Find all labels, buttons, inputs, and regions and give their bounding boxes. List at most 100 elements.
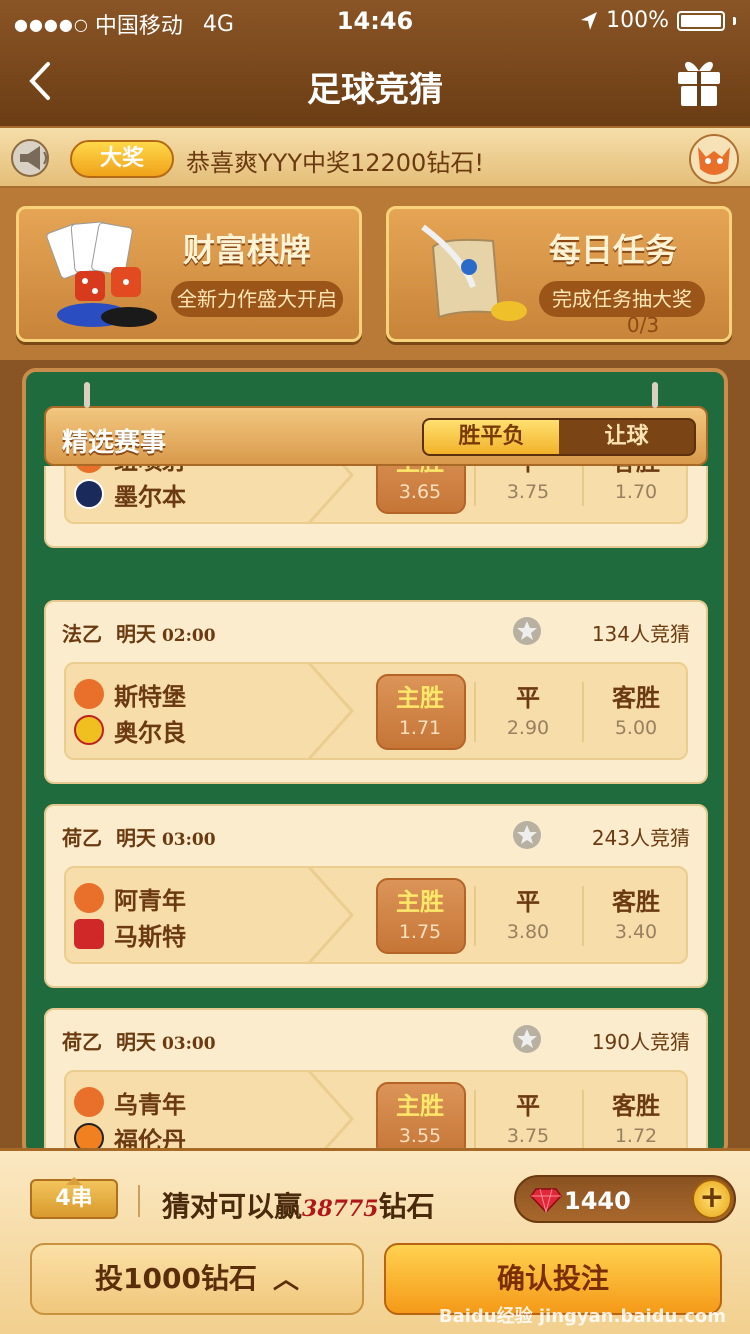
divider: [138, 1185, 140, 1217]
hanging-pin: [84, 382, 90, 408]
odds-draw[interactable]: 平 3.75: [474, 1072, 582, 1154]
announcement-text: 恭喜爽YYY中奖12200钻石!: [186, 149, 484, 177]
chevron-divider: [306, 662, 355, 760]
bet-amount-label: 投1000钻石: [95, 1262, 257, 1295]
guess-count: 243人竞猜: [591, 826, 690, 850]
odds-group: 主胜 3.55 平 3.75 客胜 1.72: [366, 1072, 690, 1154]
playing-cards-dice-icon: [46, 221, 157, 327]
hanging-pin: [652, 382, 658, 408]
match-row: 阿青年 马斯特 主胜 1.75 平 3.80 客胜 3.40: [64, 866, 688, 964]
odds-value: 3.40: [614, 921, 658, 943]
match-header: 法乙 明天 02:00: [62, 618, 216, 647]
jackpot-badge: 大奖: [70, 140, 174, 178]
battery-cap: [733, 16, 736, 25]
odds-label: 客胜: [612, 1092, 660, 1120]
guess-count: 190人竞猜: [591, 1030, 690, 1054]
odds-value: 2.90: [506, 717, 550, 739]
match-row: 纽喷射 墨尔本 主胜 3.65 平: [64, 466, 688, 524]
odds-away-win[interactable]: 客胜 3.40: [582, 868, 690, 964]
announcement-bar: 大奖 恭喜爽YYY中奖12200钻石!: [0, 126, 750, 188]
chevron-up-icon: ︿: [272, 1265, 299, 1295]
odds-label: 客胜: [612, 888, 660, 916]
card-title: 每日任务: [549, 231, 678, 269]
gift-icon[interactable]: [676, 54, 722, 108]
mascot-logo-icon: [74, 1087, 104, 1117]
odds-draw[interactable]: 平 2.90: [474, 664, 582, 760]
match-row: 斯特堡 奥尔良 主胜 1.71 平 2.90 客胜 5.00: [64, 662, 688, 760]
potential-win: 猜对可以赢38775钻石: [162, 1185, 435, 1225]
card-subtitle: 全新力作盛大开启: [171, 281, 343, 317]
match-list[interactable]: 纽喷射 墨尔本 主胜 3.65 平: [44, 466, 708, 1154]
match-card: 荷乙 明天 03:00 190人竞猜 乌青年 福伦丹 主胜 3.55 平 3.7…: [44, 1008, 708, 1154]
star-icon[interactable]: [512, 1024, 542, 1054]
odds-label: 主胜: [396, 1092, 444, 1120]
odds-label: 客胜: [612, 684, 660, 712]
odds-value: 5.00: [614, 717, 658, 739]
match-header: 荷乙 明天 03:00: [62, 1026, 216, 1055]
odds-label: 平: [516, 1092, 540, 1120]
match-day: 明天: [115, 826, 156, 850]
odds-value: 1.72: [614, 1125, 658, 1147]
odds-away-win[interactable]: 客胜 1.70: [582, 466, 690, 524]
odds-home-win[interactable]: 主胜 3.65: [366, 466, 474, 524]
win-prefix: 猜对可以赢: [162, 1190, 303, 1223]
mascot-avatar-icon[interactable]: [688, 133, 740, 185]
away-team-name: 奥尔良: [114, 718, 186, 747]
home-team-name: 纽喷射: [114, 466, 186, 476]
guess-count: 134人竞猜: [591, 622, 690, 646]
card-subtitle: 完成任务抽大奖: [539, 281, 705, 317]
mascot-logo-icon: [74, 679, 104, 709]
odds-group: 主胜 1.71 平 2.90 客胜 5.00: [366, 664, 690, 760]
header: ●●●●○ 中国移动 4G 14:46 100% 足球竞猜: [0, 0, 750, 126]
odds-value: 1.75: [398, 921, 442, 943]
odds-group: 主胜 1.75 平 3.80 客胜 3.40: [366, 868, 690, 964]
daily-tasks-card[interactable]: 每日任务 完成任务抽大奖 0/3: [386, 206, 732, 342]
match-card: 荷乙 明天 03:00 243人竞猜 阿青年 马斯特 主胜 1.75 平 3.8…: [44, 804, 708, 988]
odds-value: 3.80: [506, 921, 550, 943]
odds-home-win[interactable]: 主胜 1.71: [366, 664, 474, 760]
bet-amount-button[interactable]: 投1000钻石 ︿: [30, 1243, 364, 1315]
away-team-name: 马斯特: [114, 922, 186, 951]
battery-percent: 100%: [606, 8, 669, 33]
tab-win-draw-lose[interactable]: 胜平负: [424, 420, 559, 454]
tab-handicap[interactable]: 让球: [559, 420, 694, 454]
odds-label: 主胜: [396, 888, 444, 916]
nav-bar: 足球竞猜: [0, 40, 750, 126]
odds-away-win[interactable]: 客胜 5.00: [582, 664, 690, 760]
match-card: 法乙 明天 02:00 134人竞猜 斯特堡 奥尔良 主胜 1.71 平 2.9…: [44, 600, 708, 784]
bet-type-tabs: 胜平负 让球: [422, 418, 696, 456]
odds-draw[interactable]: 平 3.75: [474, 466, 582, 524]
match-time: 03:00: [161, 1034, 216, 1054]
maastricht-logo-icon: [74, 919, 104, 949]
mascot-logo-icon: [74, 466, 104, 473]
page-title: 足球竞猜: [307, 70, 443, 110]
parlay-series-toggle[interactable]: 4串: [30, 1177, 118, 1219]
chevron-divider: [306, 466, 355, 524]
fortune-cards-card[interactable]: 财富棋牌 全新力作盛大开启: [16, 206, 362, 342]
section-header: 精选赛事 胜平负 让球: [44, 406, 708, 466]
star-icon[interactable]: [512, 616, 542, 646]
match-row: 乌青年 福伦丹 主胜 3.55 平 3.75 客胜 1.72: [64, 1070, 690, 1154]
add-diamonds-button[interactable]: +: [692, 1179, 732, 1219]
chevron-divider: [306, 866, 355, 964]
match-time: 03:00: [161, 830, 216, 850]
balance-value: 1440: [564, 1187, 631, 1215]
odds-home-win[interactable]: 主胜 1.75: [366, 868, 474, 964]
odds-label: 平: [516, 888, 540, 916]
feature-cards: 财富棋牌 全新力作盛大开启 每日任务 完成任务抽大奖 0/3: [0, 188, 750, 360]
odds-value: 3.75: [506, 481, 550, 503]
odds-group: 主胜 3.65 平 3.75 客胜 1.70: [366, 466, 690, 524]
odds-value: 3.65: [398, 481, 442, 503]
status-bar: ●●●●○ 中国移动 4G 14:46 100%: [0, 0, 750, 40]
diamond-icon: [530, 1188, 562, 1213]
orleans-logo-icon: [74, 715, 104, 745]
odds-label: 平: [474, 466, 582, 477]
location-arrow-icon: [581, 11, 598, 30]
odds-draw[interactable]: 平 3.80: [474, 868, 582, 964]
star-icon[interactable]: [512, 820, 542, 850]
odds-home-win[interactable]: 主胜 3.55: [366, 1072, 474, 1154]
win-amount: 38775: [302, 1196, 379, 1222]
odds-label: 主胜: [366, 466, 474, 477]
home-team-name: 斯特堡: [114, 682, 186, 711]
odds-away-win[interactable]: 客胜 1.72: [582, 1072, 690, 1154]
